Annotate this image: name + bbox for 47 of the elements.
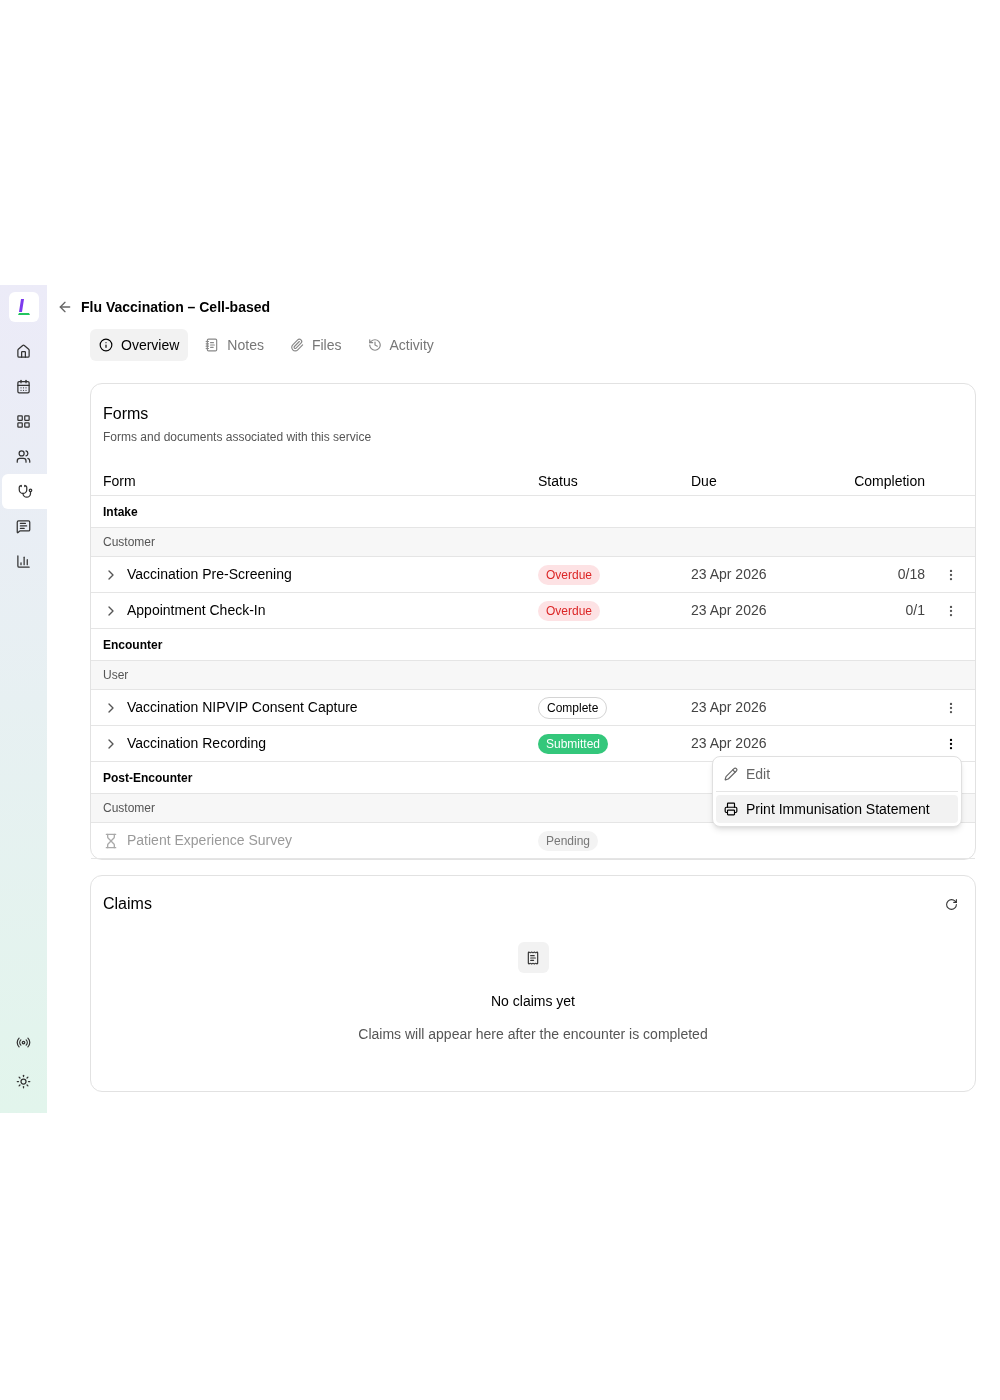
notepad-icon	[205, 338, 220, 352]
receipt-icon	[517, 942, 549, 973]
paperclip-icon	[289, 338, 304, 352]
empty-text: Claims will appear here after the encounter is completed	[358, 1025, 708, 1044]
card-subtitle: Forms and documents associated with this service	[103, 429, 373, 446]
subgroup-heading: Customer	[103, 534, 155, 551]
tab[interactable]: Activity	[358, 329, 443, 361]
card-title: Forms	[103, 404, 150, 424]
completion-count: 0/18	[897, 566, 925, 582]
hourglass-icon	[103, 832, 119, 849]
group-heading: Intake	[103, 503, 138, 521]
refresh-button[interactable]	[945, 897, 958, 911]
column-header: Status	[538, 473, 578, 489]
stethoscope-icon[interactable]	[2, 474, 49, 509]
column-header: Form	[103, 473, 136, 489]
card-title: Claims	[103, 894, 152, 914]
due-date: 23 Apr 2026	[691, 602, 767, 618]
form-name: Vaccination Recording	[127, 734, 267, 753]
tab[interactable]: Overview	[90, 329, 189, 361]
column-header: Completion	[854, 473, 925, 489]
status-badge: Submitted	[538, 734, 609, 754]
group-heading: Post-Encounter	[103, 769, 193, 787]
pencil-icon	[724, 767, 738, 781]
status-badge: Overdue	[538, 601, 601, 621]
column-header: Due	[691, 473, 717, 489]
tab[interactable]: Notes	[196, 329, 273, 361]
app-logo[interactable]	[8, 292, 39, 322]
due-date: 23 Apr 2026	[691, 735, 767, 751]
status-badge: Overdue	[538, 565, 601, 585]
form-name: Vaccination Pre-Screening	[127, 565, 292, 584]
status-badge: Complete	[538, 696, 608, 719]
empty-title: No claims yet	[491, 992, 575, 1011]
form-name: Appointment Check-In	[127, 601, 266, 620]
page-title: Flu Vaccination – Cell-based	[81, 297, 271, 317]
due-date: 23 Apr 2026	[691, 699, 767, 715]
status-badge: Pending	[538, 831, 599, 851]
completion-count: 0/1	[905, 602, 925, 618]
subgroup-heading: User	[103, 667, 129, 684]
group-heading: Encounter	[103, 636, 163, 654]
form-name: Patient Experience Survey	[127, 831, 292, 850]
info-icon	[99, 338, 113, 352]
subgroup-heading: Customer	[103, 800, 155, 817]
history-icon	[367, 338, 382, 352]
tab[interactable]: Files	[280, 329, 351, 361]
form-name: Vaccination NIPVIP Consent Capture	[127, 698, 358, 717]
due-date: 23 Apr 2026	[691, 566, 767, 582]
menu-item[interactable]: Edit	[716, 760, 958, 788]
